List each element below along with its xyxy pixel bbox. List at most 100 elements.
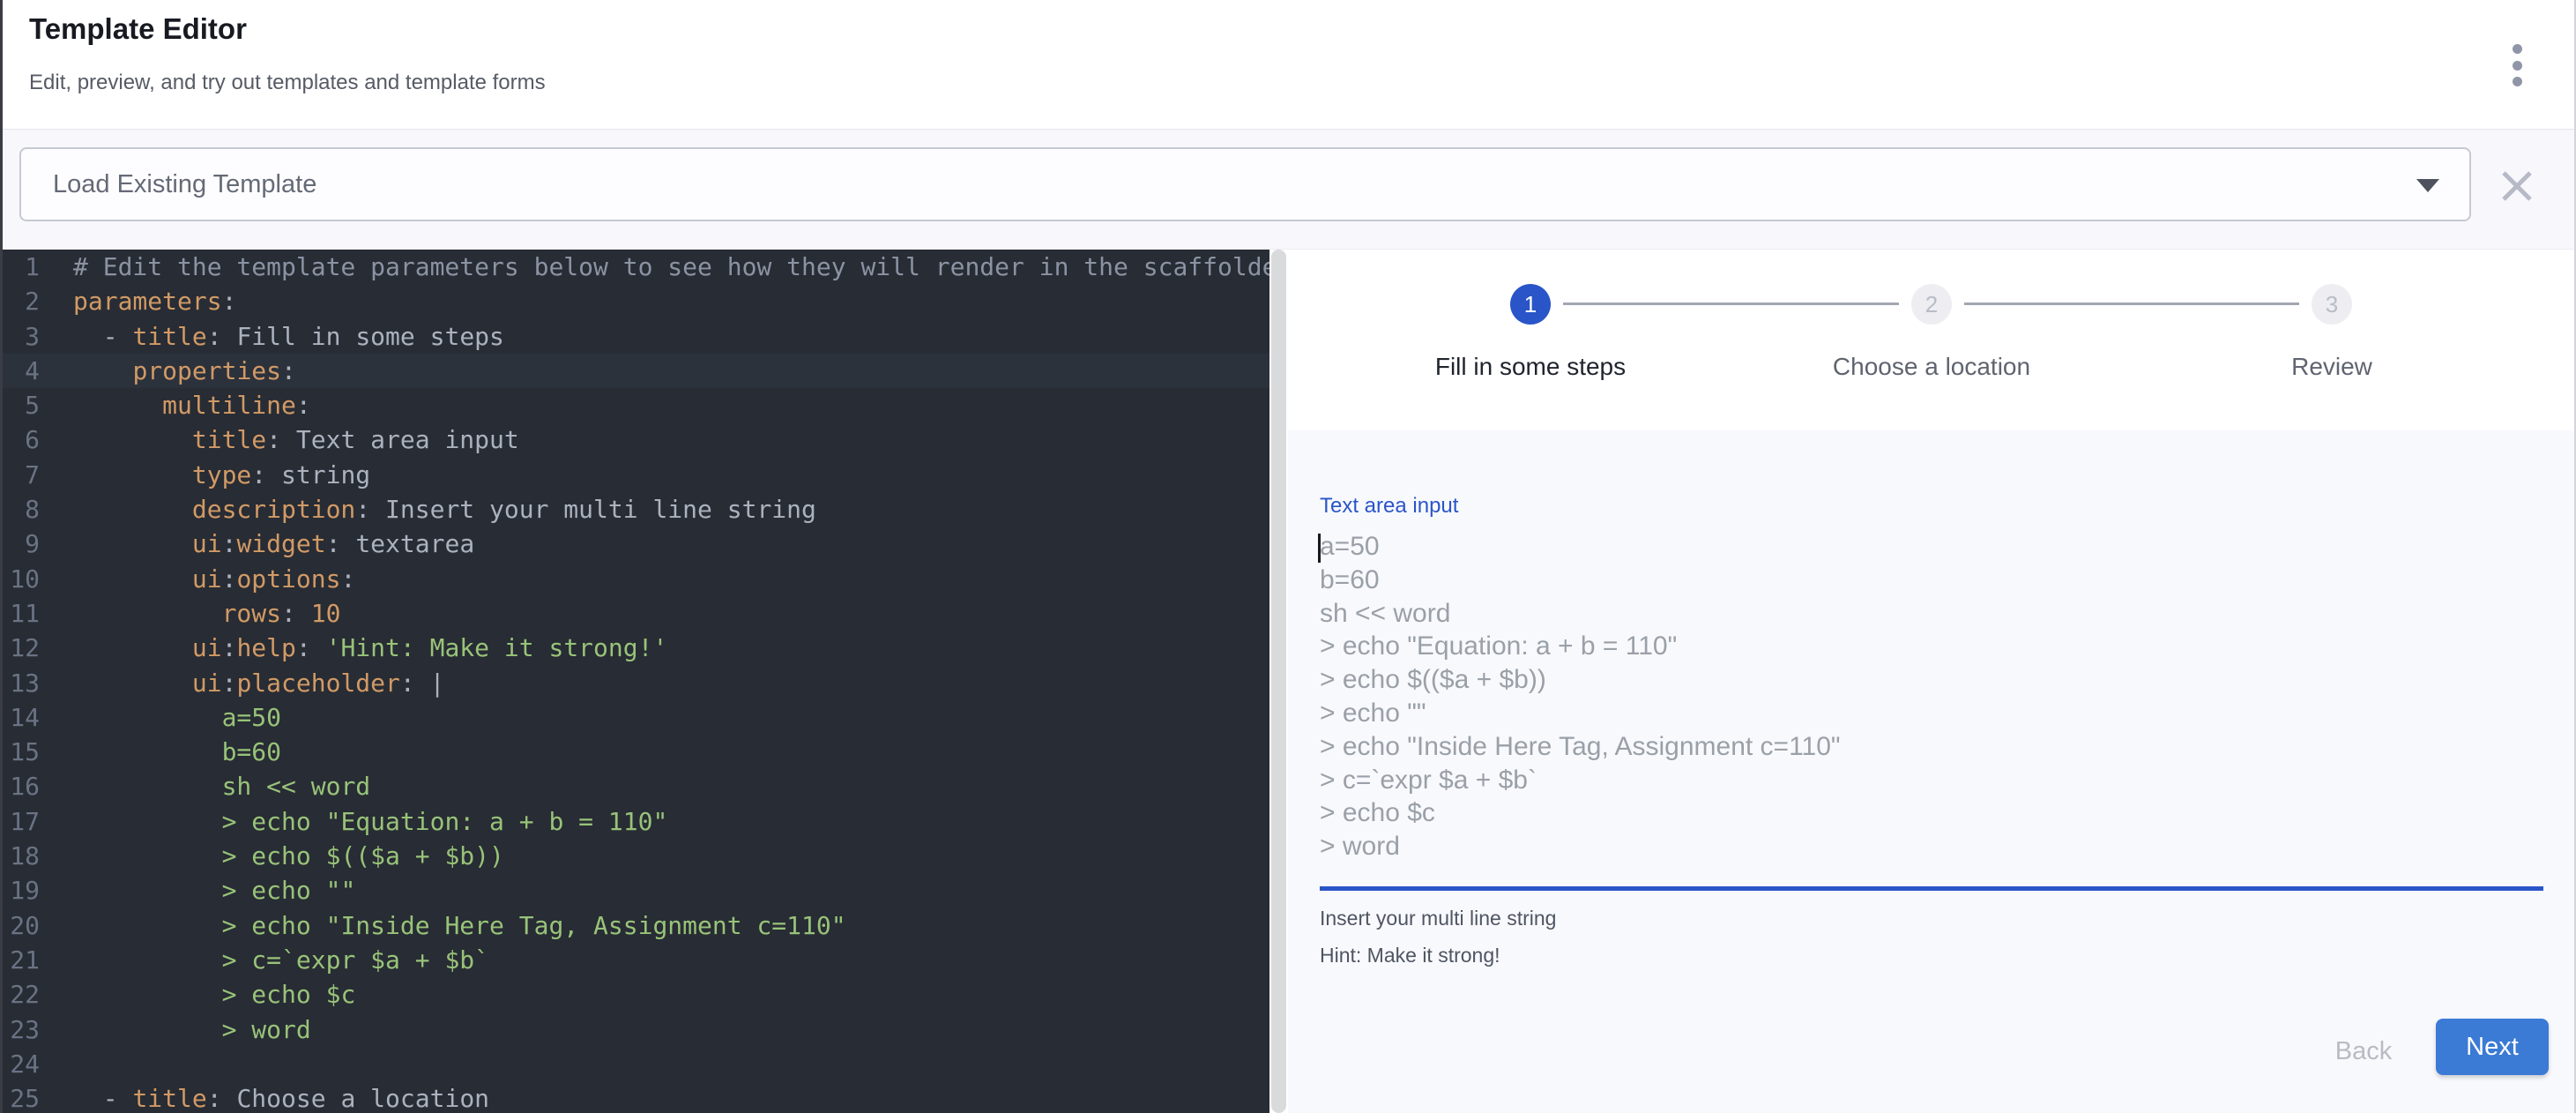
line-number: 3: [3, 319, 50, 354]
editor-line: 16 sh << word: [3, 769, 1269, 803]
code-text: rows: 10: [50, 596, 340, 631]
editor-line: 3 - title: Fill in some steps: [3, 319, 1269, 354]
editor-line: 20 > echo "Inside Here Tag, Assignment c…: [3, 908, 1269, 943]
placeholder-line: > echo $c: [1320, 796, 2539, 830]
code-text: - title: Fill in some steps: [50, 319, 504, 354]
placeholder-line: > echo "Equation: a + b = 110": [1320, 630, 2539, 663]
kebab-vertical-icon: [2513, 77, 2522, 86]
placeholder-line: > c=`expr $a + $b`: [1320, 764, 2539, 797]
line-number: 15: [3, 735, 50, 769]
editor-line: 7 type: string: [3, 458, 1269, 492]
placeholder-line: sh << word: [1320, 597, 2539, 631]
multiline-textarea[interactable]: a=50b=60sh << word> echo "Equation: a + …: [1320, 530, 2539, 867]
line-number: 4: [3, 354, 50, 388]
editor-line: 19 > echo "": [3, 873, 1269, 908]
editor-line: 21 > c=`expr $a + $b`: [3, 943, 1269, 977]
main-split: 1# Edit the template parameters below to…: [3, 250, 2574, 1113]
editor-line: 8 description: Insert your multi line st…: [3, 492, 1269, 527]
line-number: 5: [3, 388, 50, 422]
step-connector: [1964, 303, 2299, 305]
code-text: ui:help: 'Hint: Make it strong!': [50, 631, 667, 665]
placeholder-line: > echo $(($a + $b)): [1320, 663, 2539, 697]
code-text: description: Insert your multi line stri…: [50, 492, 816, 527]
editor-line: 4 properties:: [3, 354, 1269, 388]
overflow-menu-button[interactable]: [2511, 44, 2523, 86]
kebab-vertical-icon: [2513, 61, 2522, 71]
code-text: type: string: [50, 458, 370, 492]
step-indicator-3: 3: [2312, 284, 2352, 325]
pane-resize-handle[interactable]: [1269, 250, 1288, 1113]
line-number: 1: [3, 250, 50, 284]
code-text: > echo "": [50, 873, 355, 908]
page-subtitle: Edit, preview, and try out templates and…: [29, 71, 546, 95]
step-label-3: Review: [2111, 353, 2552, 381]
field-description: Insert your multi line string: [1320, 907, 1556, 930]
input-underline: [1320, 886, 2543, 891]
template-selector-row: Load Existing Template: [3, 130, 2574, 250]
code-text: # Edit the template parameters below to …: [50, 250, 1269, 284]
code-text: properties:: [50, 354, 296, 388]
placeholder-line: > word: [1320, 830, 2539, 863]
code-text: b=60: [50, 735, 281, 769]
step-indicator-1: 1: [1510, 284, 1551, 325]
drag-handle: [1271, 250, 1286, 1113]
editor-line: 2parameters:: [3, 284, 1269, 318]
back-button[interactable]: Back: [2311, 1026, 2416, 1077]
code-text: ui:widget: textarea: [50, 527, 474, 561]
code-text: > echo "Equation: a + b = 110": [50, 804, 667, 839]
editor-line: 14 a=50: [3, 700, 1269, 735]
code-editor[interactable]: 1# Edit the template parameters below to…: [3, 250, 1269, 1113]
line-number: 16: [3, 769, 50, 803]
line-number: 11: [3, 596, 50, 631]
placeholder-line: > echo "": [1320, 697, 2539, 730]
line-number: 24: [3, 1047, 50, 1081]
load-template-select[interactable]: Load Existing Template: [19, 147, 2471, 221]
code-text: > word: [50, 1012, 311, 1047]
form-preview-panel: 1Fill in some steps2Choose a location3Re…: [1288, 250, 2574, 1113]
editor-line: 25 - title: Choose a location: [3, 1081, 1269, 1113]
editor-lines: 1# Edit the template parameters below to…: [3, 250, 1269, 1113]
editor-line: 17 > echo "Equation: a + b = 110": [3, 804, 1269, 839]
code-text: [50, 1047, 73, 1081]
code-text: title: Text area input: [50, 422, 519, 457]
line-number: 2: [3, 284, 50, 318]
next-button[interactable]: Next: [2436, 1019, 2549, 1075]
line-number: 6: [3, 422, 50, 457]
editor-line: 23 > word: [3, 1012, 1269, 1047]
field-hint: Hint: Make it strong!: [1320, 944, 1500, 967]
kebab-vertical-icon: [2513, 44, 2522, 54]
select-placeholder: Load Existing Template: [53, 149, 316, 220]
field-label: Text area input: [1320, 494, 1458, 519]
editor-line: 15 b=60: [3, 735, 1269, 769]
header: Template Editor Edit, preview, and try o…: [3, 0, 2574, 130]
close-icon: [2498, 167, 2536, 205]
line-number: 21: [3, 943, 50, 977]
line-number: 19: [3, 873, 50, 908]
code-text: a=50: [50, 700, 281, 735]
page-title: Template Editor: [29, 12, 247, 46]
placeholder-line: a=50: [1320, 530, 2539, 564]
code-text: ui:options:: [50, 562, 355, 596]
editor-line: 18 > echo $(($a + $b)): [3, 839, 1269, 873]
code-text: > c=`expr $a + $b`: [50, 943, 489, 977]
editor-line: 9 ui:widget: textarea: [3, 527, 1269, 561]
editor-line: 11 rows: 10: [3, 596, 1269, 631]
line-number: 25: [3, 1081, 50, 1113]
editor-line: 24: [3, 1047, 1269, 1081]
line-number: 23: [3, 1012, 50, 1047]
line-number: 20: [3, 908, 50, 943]
line-number: 18: [3, 839, 50, 873]
template-editor-page: Template Editor Edit, preview, and try o…: [0, 0, 2576, 1113]
line-number: 22: [3, 977, 50, 1012]
editor-line: 1# Edit the template parameters below to…: [3, 250, 1269, 284]
line-number: 10: [3, 562, 50, 596]
step-label-2: Choose a location: [1711, 353, 2152, 381]
clear-template-button[interactable]: [2496, 165, 2538, 207]
placeholder-line: > echo "Inside Here Tag, Assignment c=11…: [1320, 730, 2539, 764]
line-number: 7: [3, 458, 50, 492]
code-text: multiline:: [50, 388, 311, 422]
editor-line: 22 > echo $c: [3, 977, 1269, 1012]
line-number: 17: [3, 804, 50, 839]
line-number: 8: [3, 492, 50, 527]
placeholder-line: b=60: [1320, 564, 2539, 597]
